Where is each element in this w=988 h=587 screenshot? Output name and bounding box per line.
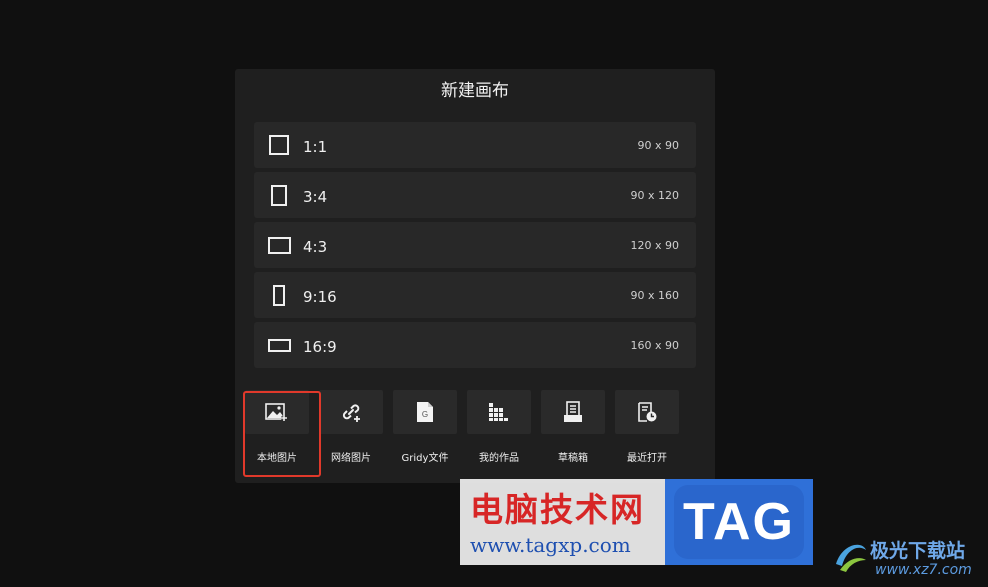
source-tile[interactable] (615, 390, 679, 434)
ratio-shape-icon (261, 122, 297, 168)
ratio-shape-icon (261, 322, 297, 368)
watermark-title: 电脑技术网 (470, 490, 645, 529)
source-tile[interactable] (541, 390, 605, 434)
ratio-label: 3:4 (303, 188, 328, 206)
source-tile[interactable] (467, 390, 531, 434)
watermark-url: www.tagxp.com (470, 533, 631, 557)
source-my-works[interactable]: 我的作品 (466, 390, 532, 464)
source-web-image[interactable]: 网络图片 (318, 390, 384, 464)
gridy-file-icon: G (417, 402, 433, 422)
ratio-size: 160 x 90 (630, 338, 680, 352)
ratio-size: 90 x 160 (630, 288, 680, 302)
watermark-site-name: 极光下载站 (870, 540, 966, 562)
source-label: 我的作品 (479, 453, 519, 464)
recent-file-icon (638, 402, 657, 422)
ratio-label: 4:3 (303, 238, 328, 256)
source-gridy-file[interactable]: G Gridy文件 (392, 390, 458, 464)
draft-box-icon (564, 401, 582, 422)
source-label: 草稿箱 (558, 453, 588, 464)
ratio-option-4-3[interactable]: 4:3 120 x 90 (254, 222, 696, 268)
ratio-shape-icon (261, 272, 297, 318)
ratio-size: 120 x 90 (630, 238, 680, 252)
ratio-option-16-9[interactable]: 16:9 160 x 90 (254, 322, 696, 368)
ratio-label: 9:16 (303, 288, 337, 306)
highlight-box (243, 391, 321, 477)
ratio-option-3-4[interactable]: 3:4 90 x 120 (254, 172, 696, 218)
watermark-site-url: www.xz7.com (875, 562, 972, 578)
ratio-size: 90 x 120 (630, 188, 680, 202)
link-add-icon (342, 404, 360, 422)
watermark-tag-text: TAG (674, 485, 804, 559)
ratio-label: 1:1 (303, 138, 328, 156)
source-label: 最近打开 (627, 453, 667, 464)
source-tile[interactable] (319, 390, 383, 434)
ratio-shape-icon (261, 172, 297, 218)
ratio-option-9-16[interactable]: 9:16 90 x 160 (254, 272, 696, 318)
source-label: Gridy文件 (401, 453, 449, 464)
ratio-label: 16:9 (303, 338, 337, 356)
watermark-tagxp: 电脑技术网 www.tagxp.com (460, 479, 665, 565)
ratio-shape-icon (261, 222, 297, 268)
source-recent[interactable]: 最近打开 (614, 390, 680, 464)
watermark-xz7: 极光下载站 www.xz7.com (830, 530, 985, 584)
ratio-size: 90 x 90 (637, 138, 680, 152)
source-drafts[interactable]: 草稿箱 (540, 390, 606, 464)
grid-works-icon (489, 403, 508, 421)
svg-text:G: G (422, 410, 428, 419)
source-label: 网络图片 (331, 453, 371, 464)
ratio-list: 1:1 90 x 90 3:4 90 x 120 4:3 120 x 90 9:… (254, 122, 696, 372)
aurora-logo-icon (836, 544, 866, 572)
source-tile[interactable]: G (393, 390, 457, 434)
dialog-title: 新建画布 (441, 81, 509, 101)
watermark-tag-logo: TAG (665, 479, 813, 565)
ratio-option-1-1[interactable]: 1:1 90 x 90 (254, 122, 696, 168)
